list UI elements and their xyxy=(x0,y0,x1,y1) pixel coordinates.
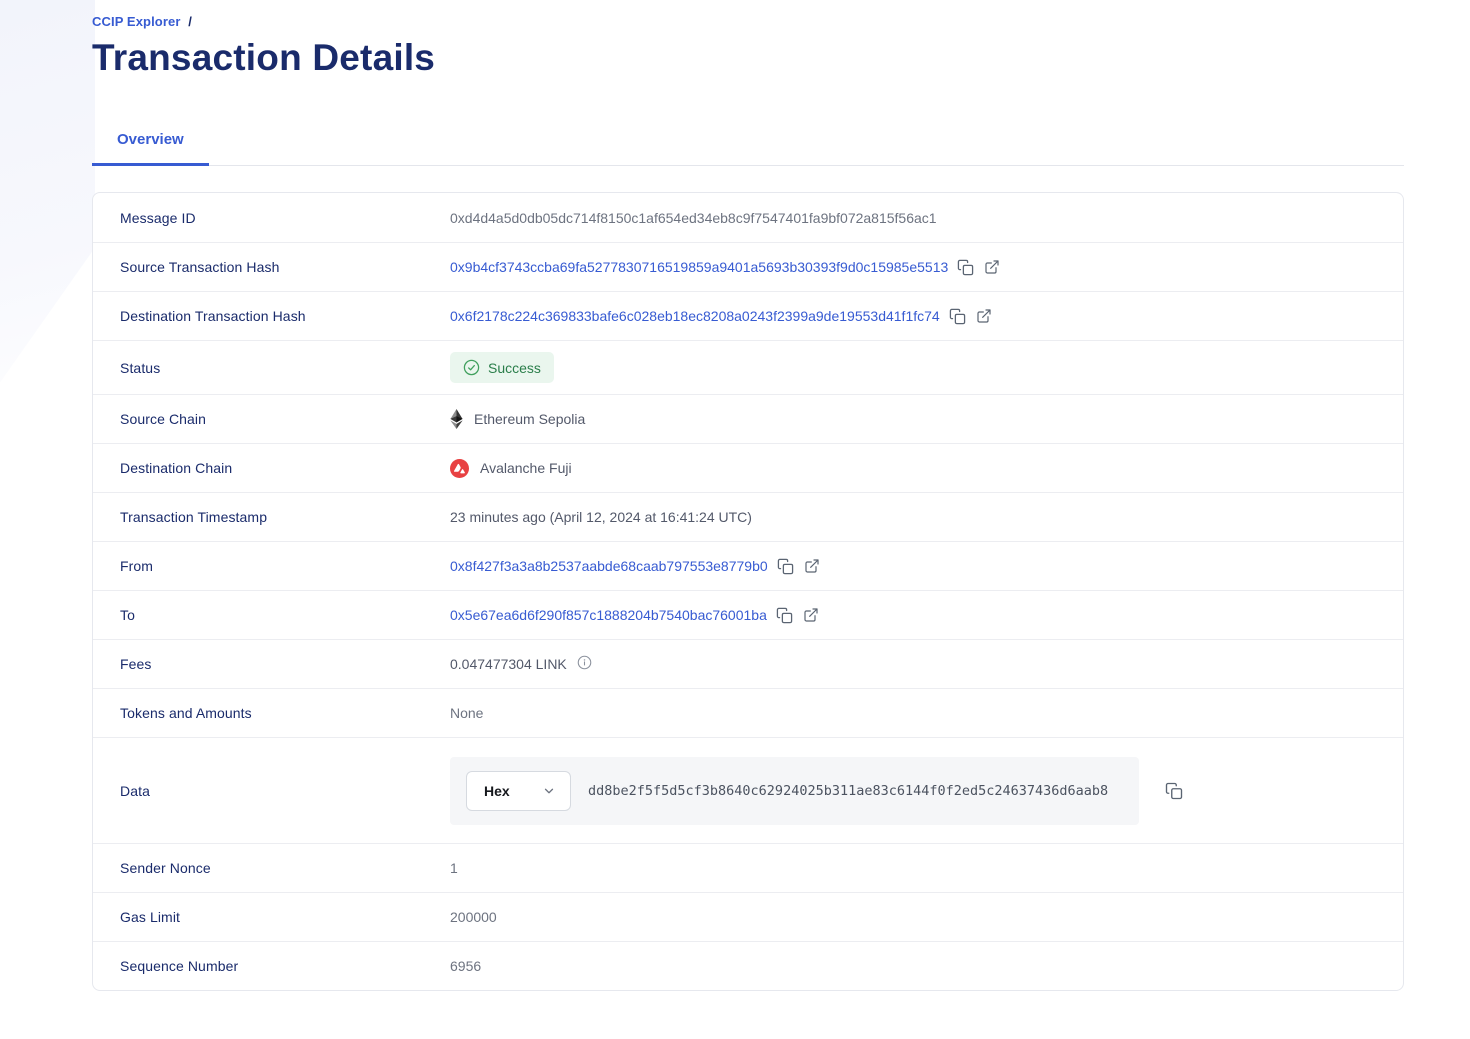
external-link-icon xyxy=(804,558,820,574)
source-tx-hash-link[interactable]: 0x9b4cf3743ccba69fa5277830716519859a9401… xyxy=(450,259,948,275)
row-source-tx-hash: Source Transaction Hash 0x9b4cf3743ccba6… xyxy=(93,242,1403,291)
row-to: To 0x5e67ea6d6f290f857c1888204b7540bac76… xyxy=(93,590,1403,639)
source-chain-value: Ethereum Sepolia xyxy=(450,409,585,429)
to-address-link[interactable]: 0x5e67ea6d6f290f857c1888204b7540bac76001… xyxy=(450,607,767,623)
row-timestamp: Transaction Timestamp 23 minutes ago (Ap… xyxy=(93,492,1403,541)
external-link-icon xyxy=(803,607,819,623)
fees-value: 0.047477304 LINK xyxy=(450,656,567,672)
info-icon xyxy=(577,655,592,673)
row-source-chain: Source Chain Ethereum Sepolia xyxy=(93,394,1403,443)
row-sequence-number: Sequence Number 6956 xyxy=(93,941,1403,990)
page-title: Transaction Details xyxy=(92,37,1404,79)
row-label: Message ID xyxy=(120,210,450,226)
data-format-select[interactable]: Hex xyxy=(466,771,571,811)
row-from: From 0x8f427f3a3a8b2537aabde68caab797553… xyxy=(93,541,1403,590)
copy-icon xyxy=(957,259,974,276)
transaction-details-page: CCIP Explorer / Transaction Details Over… xyxy=(0,0,1470,1031)
dest-chain-value: Avalanche Fuji xyxy=(450,459,572,478)
status-badge-label: Success xyxy=(488,360,541,376)
copy-icon xyxy=(1165,782,1183,800)
avalanche-icon xyxy=(450,459,469,478)
copy-icon xyxy=(949,308,966,325)
row-label: Destination Transaction Hash xyxy=(120,308,450,324)
breadcrumb-separator: / xyxy=(188,14,192,29)
breadcrumb-link-ccip-explorer[interactable]: CCIP Explorer xyxy=(92,14,180,29)
external-link-button[interactable] xyxy=(983,258,1001,276)
row-label: Transaction Timestamp xyxy=(120,509,450,525)
row-dest-tx-hash: Destination Transaction Hash 0x6f2178c22… xyxy=(93,291,1403,340)
chevron-down-icon xyxy=(542,784,556,798)
data-format-selected: Hex xyxy=(484,783,510,799)
tab-overview[interactable]: Overview xyxy=(92,121,209,166)
tab-bar: Overview xyxy=(92,121,1404,166)
row-message-id: Message ID 0xd4d4a5d0db05dc714f8150c1af6… xyxy=(93,193,1403,242)
transaction-details-card: Message ID 0xd4d4a5d0db05dc714f8150c1af6… xyxy=(92,192,1404,991)
source-chain-label: Ethereum Sepolia xyxy=(474,411,585,427)
external-link-button[interactable] xyxy=(975,307,993,325)
ethereum-icon xyxy=(450,409,463,429)
sender-nonce-value: 1 xyxy=(450,860,458,876)
row-label: Data xyxy=(120,783,450,799)
from-address-link[interactable]: 0x8f427f3a3a8b2537aabde68caab797553e8779… xyxy=(450,558,768,574)
copy-icon xyxy=(776,607,793,624)
row-label: Destination Chain xyxy=(120,460,450,476)
row-label: Gas Limit xyxy=(120,909,450,925)
row-gas-limit: Gas Limit 200000 xyxy=(93,892,1403,941)
row-label: Tokens and Amounts xyxy=(120,705,450,721)
dest-chain-label: Avalanche Fuji xyxy=(480,460,572,476)
row-label: Sender Nonce xyxy=(120,860,450,876)
external-link-button[interactable] xyxy=(802,606,820,624)
dest-tx-hash-link[interactable]: 0x6f2178c224c369833bafe6c028eb18ec8208a0… xyxy=(450,308,940,324)
sequence-number-value: 6956 xyxy=(450,958,481,974)
row-tokens: Tokens and Amounts None xyxy=(93,688,1403,737)
gas-limit-value: 200000 xyxy=(450,909,497,925)
external-link-icon xyxy=(984,259,1000,275)
row-label: Status xyxy=(120,360,450,376)
row-label: To xyxy=(120,607,450,623)
row-fees: Fees 0.047477304 LINK xyxy=(93,639,1403,688)
external-link-icon xyxy=(976,308,992,324)
copy-button[interactable] xyxy=(956,258,975,277)
row-data: Data Hex dd8be2f5f5d5cf3b8640c62924025b3… xyxy=(93,737,1403,843)
external-link-button[interactable] xyxy=(803,557,821,575)
breadcrumb: CCIP Explorer / xyxy=(92,14,1404,29)
copy-button[interactable] xyxy=(776,557,795,576)
row-sender-nonce: Sender Nonce 1 xyxy=(93,843,1403,892)
timestamp-value: 23 minutes ago (April 12, 2024 at 16:41:… xyxy=(450,509,752,525)
message-id-value: 0xd4d4a5d0db05dc714f8150c1af654ed34eb8c9… xyxy=(450,210,937,226)
row-dest-chain: Destination Chain Avalanche Fuji xyxy=(93,443,1403,492)
copy-button[interactable] xyxy=(775,606,794,625)
row-label: Sequence Number xyxy=(120,958,450,974)
copy-icon xyxy=(777,558,794,575)
row-label: From xyxy=(120,558,450,574)
tokens-value: None xyxy=(450,705,483,721)
data-box: Hex dd8be2f5f5d5cf3b8640c62924025b311ae8… xyxy=(450,757,1139,825)
row-label: Fees xyxy=(120,656,450,672)
fees-info-button[interactable] xyxy=(577,655,592,673)
copy-button[interactable] xyxy=(948,307,967,326)
data-hex-value: dd8be2f5f5d5cf3b8640c62924025b311ae83c61… xyxy=(588,783,1108,799)
row-label: Source Transaction Hash xyxy=(120,259,450,275)
row-status: Status Success xyxy=(93,340,1403,394)
check-circle-icon xyxy=(463,359,480,376)
copy-button[interactable] xyxy=(1164,781,1184,801)
row-label: Source Chain xyxy=(120,411,450,427)
status-badge: Success xyxy=(450,352,554,383)
